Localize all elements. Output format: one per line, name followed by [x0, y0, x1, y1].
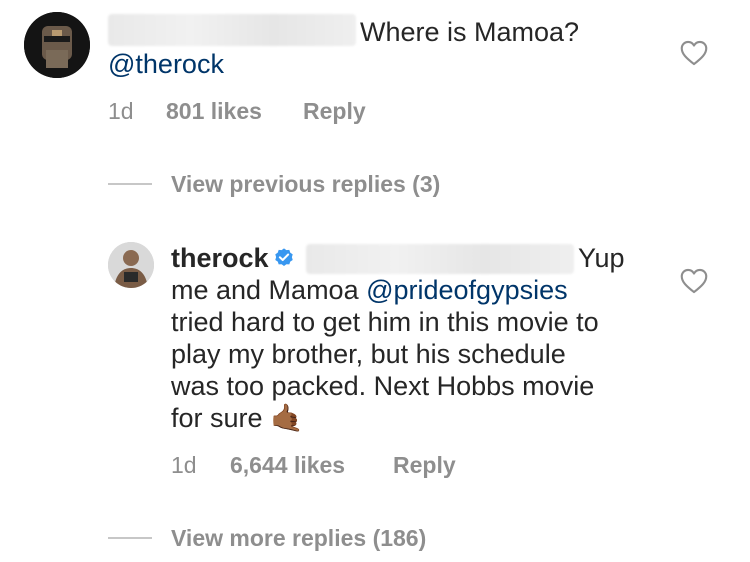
comment-mention-link[interactable]: @therock [108, 48, 224, 80]
blurred-mention [306, 244, 574, 274]
comment-reply-button[interactable]: Reply [303, 98, 366, 125]
reply-line-1: therock [171, 242, 295, 274]
reply-time: 1d [171, 452, 197, 478]
call-me-hand-emoji: 🤙🏾 [270, 403, 304, 433]
verified-badge-icon [274, 248, 293, 266]
blurred-username [108, 14, 356, 46]
reply-text-segment: me and Mamoa [171, 275, 367, 305]
view-more-replies-button[interactable]: View more replies (186) [171, 525, 426, 552]
reply-line-6: for sure 🤙🏾 [171, 402, 304, 434]
more-replies-divider [108, 537, 152, 539]
reply-username[interactable]: therock [171, 243, 269, 273]
reply-line-2: me and Mamoa @prideofgypsies [171, 274, 568, 306]
comment-text: Where is Mamoa? [360, 17, 580, 47]
reply-likes[interactable]: 6,644 likes [230, 452, 345, 479]
replies-divider [108, 183, 152, 185]
comment-time: 1d [108, 98, 134, 124]
comments-thread: Where is Mamoa? @therock 1d 801 likes Re… [0, 0, 750, 562]
reply-text-for-sure: for sure [171, 403, 263, 433]
reply-line-4: play my brother, but his schedule [171, 339, 566, 369]
reply-line-5: was too packed. Next Hobbs movie [171, 371, 595, 401]
reply-mention-link[interactable]: @prideofgypsies [366, 275, 568, 305]
reply-text-yup: Yup [578, 243, 625, 273]
comment-likes[interactable]: 801 likes [166, 98, 262, 125]
therock-avatar[interactable] [108, 242, 154, 288]
reply-line-3: tried hard to get him in this movie to [171, 307, 599, 337]
reply-reply-button[interactable]: Reply [393, 452, 456, 479]
view-previous-replies-button[interactable]: View previous replies (3) [171, 171, 440, 198]
commenter-avatar[interactable] [24, 12, 90, 78]
heart-icon[interactable] [680, 40, 708, 66]
heart-icon[interactable] [680, 268, 708, 294]
